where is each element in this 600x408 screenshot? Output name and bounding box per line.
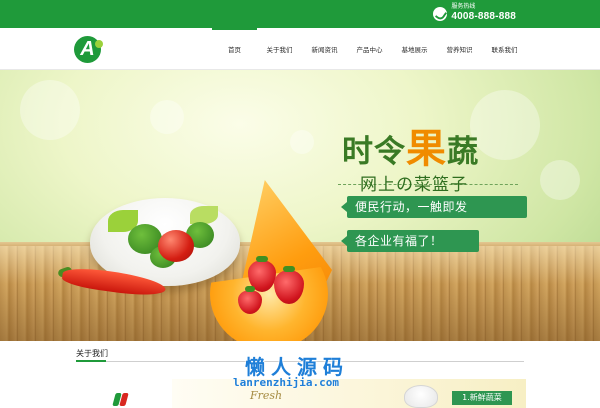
product-label[interactable]: 1.新鲜蔬菜 xyxy=(452,391,512,405)
nav-item-nutrition[interactable]: 营养知识 xyxy=(437,28,482,70)
tag-text: 各企业有福了！ xyxy=(355,234,443,248)
company-logo xyxy=(112,393,132,406)
slogan-accent: 果 xyxy=(406,126,447,172)
egg-image xyxy=(404,385,438,408)
tag-pointer xyxy=(341,202,347,212)
phone-icon xyxy=(433,7,448,21)
watermark: 懒人源码 lanrenzhijia.com xyxy=(231,351,366,396)
hotline-number[interactable]: 4008-888-888 xyxy=(451,11,516,23)
tag-text: 便民行动，一触即发 xyxy=(355,200,468,214)
banner-tag-enterprise: 各企业有福了！ xyxy=(341,230,479,252)
site-header: A 首页 关于我们 新闻资讯 产品中心 基地展示 营养知识 联系我们 xyxy=(0,28,600,70)
banner-subslogan: 网上の菜篮子 xyxy=(360,175,468,195)
hero-banner[interactable]: 时令果蔬 网上の菜篮子 便民行动，一触即发 各企业有福了！ xyxy=(0,70,600,341)
hotline: 服务热线 4008-888-888 xyxy=(433,4,516,23)
watermark-url: lanrenzhijia.com xyxy=(233,376,339,389)
top-bar: 服务热线 4008-888-888 xyxy=(0,0,600,28)
about-title[interactable]: 关于我们 xyxy=(76,348,108,359)
nav-item-about[interactable]: 关于我们 xyxy=(257,28,302,70)
hotline-label: 服务热线 xyxy=(451,4,476,10)
slogan-part: 时令 xyxy=(342,134,406,170)
bokeh-light xyxy=(150,100,184,134)
banner-tag-convenience: 便民行动，一触即发 xyxy=(341,196,527,218)
main-nav: 首页 关于我们 新闻资讯 产品中心 基地展示 营养知识 联系我们 xyxy=(212,28,527,70)
bokeh-light xyxy=(540,160,580,200)
nav-item-contact[interactable]: 联系我们 xyxy=(482,28,527,70)
section-divider-accent xyxy=(76,360,106,362)
bokeh-light xyxy=(20,80,80,140)
nav-item-home[interactable]: 首页 xyxy=(212,28,257,70)
tomato xyxy=(158,230,194,262)
banner-slogan: 时令果蔬 xyxy=(342,116,532,172)
nav-item-products[interactable]: 产品中心 xyxy=(347,28,392,70)
lettuce-leaf xyxy=(190,206,218,224)
slogan-part: 蔬 xyxy=(447,134,479,170)
nav-item-news[interactable]: 新闻资讯 xyxy=(302,28,347,70)
tag-pointer xyxy=(341,236,347,246)
bokeh-light xyxy=(290,130,314,154)
site-logo[interactable]: A xyxy=(74,36,103,63)
nav-item-base[interactable]: 基地展示 xyxy=(392,28,437,70)
